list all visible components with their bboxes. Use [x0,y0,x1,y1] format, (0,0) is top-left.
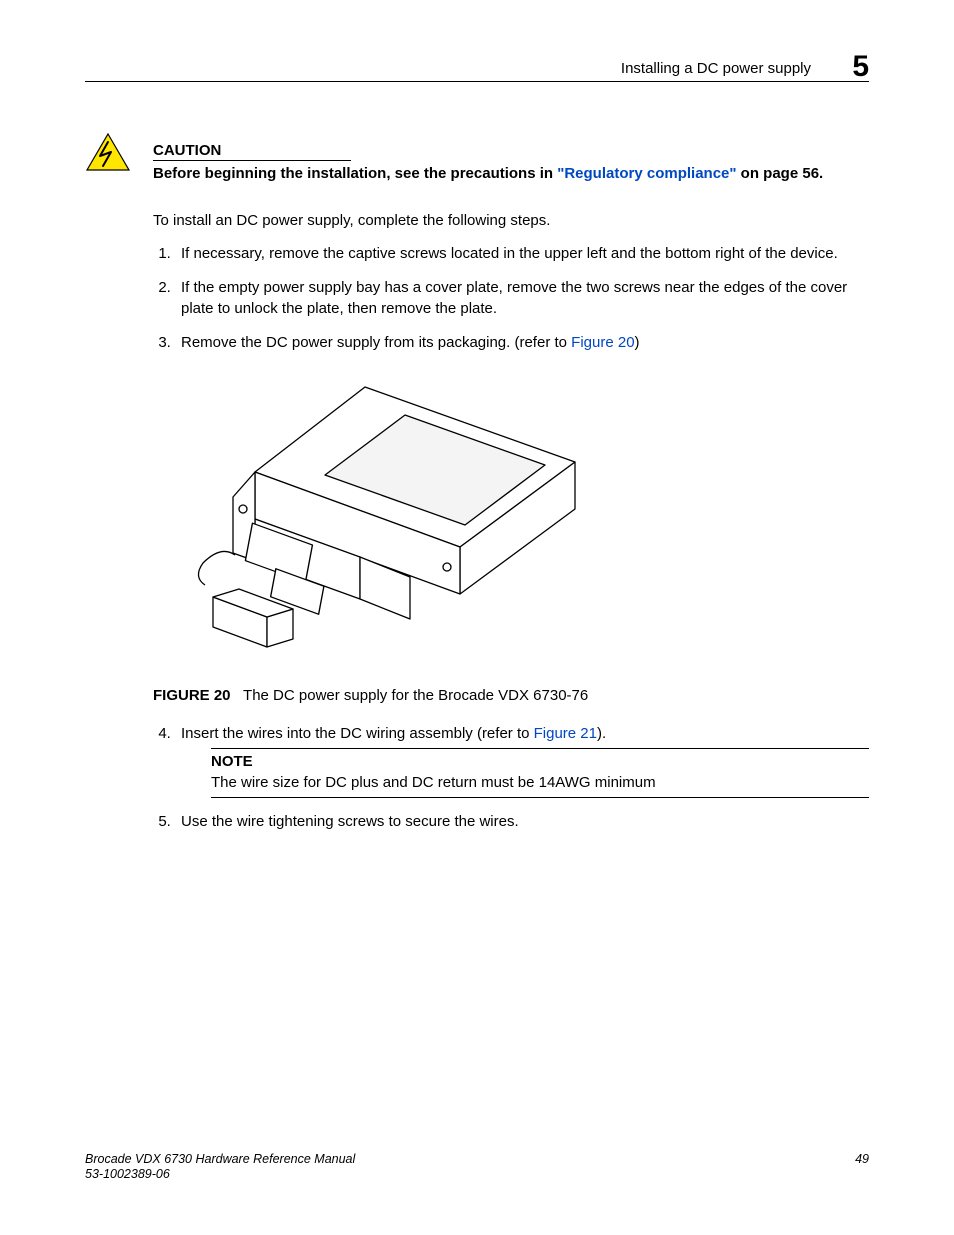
step-1: If necessary, remove the captive screws … [175,244,869,264]
section-title: Installing a DC power supply [621,60,811,77]
note-rule-bottom [211,797,869,798]
figure-caption-text: The DC power supply for the Brocade VDX … [243,687,588,704]
figure-20-illustration [175,367,595,667]
note-rule-top [211,748,869,749]
step-3-before: Remove the DC power supply from its pack… [181,334,571,351]
install-steps: If necessary, remove the captive screws … [153,244,869,353]
caution-text: Before beginning the installation, see t… [153,165,869,182]
running-header: Installing a DC power supply 5 [85,60,869,77]
intro-paragraph: To install an DC power supply, complete … [153,212,869,229]
page-footer: 49 Brocade VDX 6730 Hardware Reference M… [85,1152,869,1183]
step-4-after: ). [597,725,606,742]
figure-20-link[interactable]: Figure 20 [571,334,634,351]
doc-number: 53-1002389-06 [85,1167,170,1181]
step-4: Insert the wires into the DC wiring asse… [175,724,869,798]
install-steps-cont: Insert the wires into the DC wiring asse… [153,724,869,832]
figure-21-link[interactable]: Figure 21 [534,725,597,742]
step-5: Use the wire tightening screws to secure… [175,812,869,832]
warning-icon [85,132,131,172]
figure-label: FIGURE 20 [153,687,231,704]
note-text: The wire size for DC plus and DC return … [211,773,869,793]
step-3-after: ) [635,334,640,351]
power-supply-diagram [175,367,595,667]
step-3: Remove the DC power supply from its pack… [175,333,869,353]
caution-text-before: Before beginning the installation, see t… [153,165,557,182]
page-number: 49 [855,1152,869,1168]
header-divider [85,81,869,82]
step-2: If the empty power supply bay has a cove… [175,278,869,319]
page: Installing a DC power supply 5 CAUTION B… [0,0,954,1235]
note-label: NOTE [211,752,869,772]
caution-label: CAUTION [153,142,351,161]
caution-text-after: on page 56. [737,165,824,182]
caution-block: CAUTION Before beginning the installatio… [85,142,869,182]
note-block: NOTE The wire size for DC plus and DC re… [211,748,869,798]
step-4-before: Insert the wires into the DC wiring asse… [181,725,534,742]
regulatory-compliance-link[interactable]: "Regulatory compliance" [557,165,736,182]
figure-20-caption: FIGURE 20 The DC power supply for the Br… [153,687,869,704]
chapter-number: 5 [852,50,869,84]
doc-title: Brocade VDX 6730 Hardware Reference Manu… [85,1152,355,1166]
